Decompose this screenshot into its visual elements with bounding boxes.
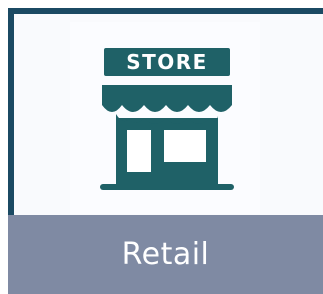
store-sign-text: STORE — [126, 50, 208, 74]
awning — [102, 85, 232, 105]
label-bar: Retail — [8, 215, 323, 294]
store-base — [100, 184, 234, 190]
retail-tile[interactable]: STORE Retail — [0, 0, 323, 294]
store-door — [127, 130, 151, 172]
store-icon: STORE — [100, 48, 234, 190]
awning-scallops — [102, 105, 232, 112]
tile-label: Retail — [121, 236, 210, 272]
store-window — [164, 130, 206, 162]
